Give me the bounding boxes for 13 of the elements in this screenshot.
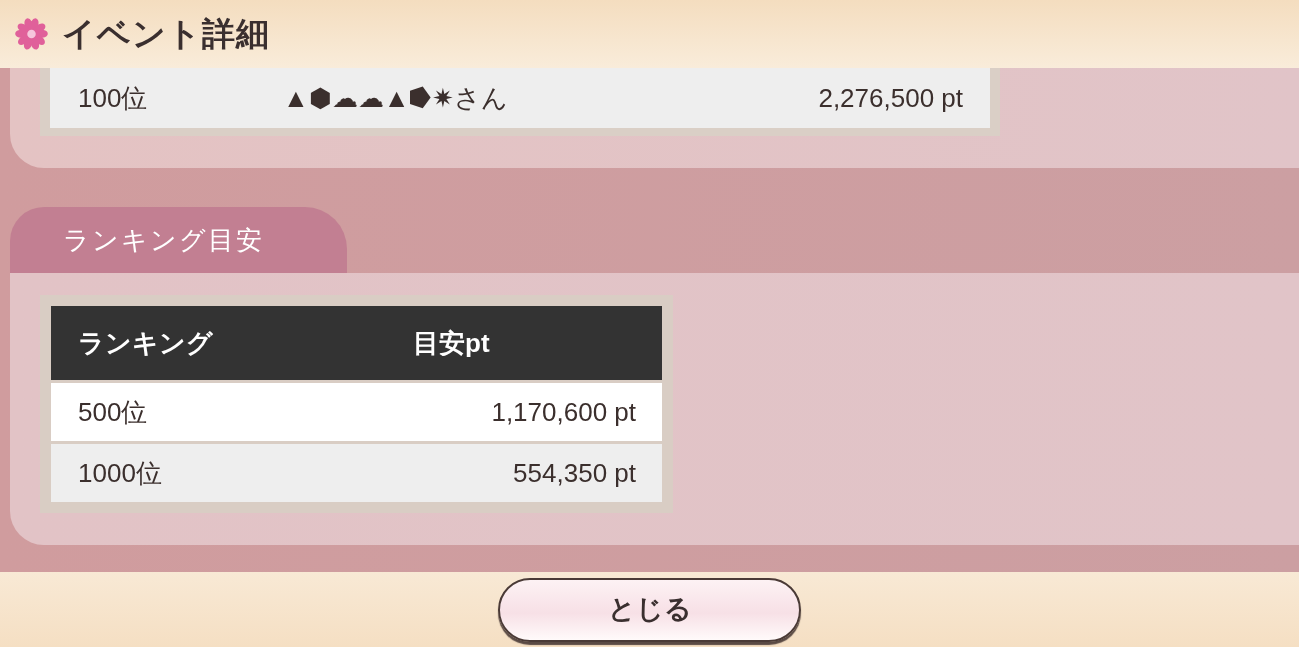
- window-title: イベント詳細: [62, 14, 270, 54]
- points-cell-text: 2,276,500 pt: [818, 81, 964, 115]
- rank-cell-text: 100位: [77, 81, 149, 115]
- rank-cell-text: 500位: [77, 395, 148, 429]
- column-header: 目安pt: [413, 326, 490, 360]
- column-header: ランキング: [77, 326, 214, 360]
- points-cell-text: 1,170,600 pt: [491, 395, 637, 429]
- rank-cell-text: 1000位: [77, 456, 162, 490]
- player-name-cell-text: ▲⬢☁☁▲⭓✷さん: [283, 81, 509, 115]
- close-button[interactable]: とじる: [498, 577, 801, 642]
- flower-icon: [14, 16, 49, 52]
- points-cell-text: 554,350 pt: [513, 456, 637, 490]
- section-heading: ランキング目安: [10, 207, 347, 273]
